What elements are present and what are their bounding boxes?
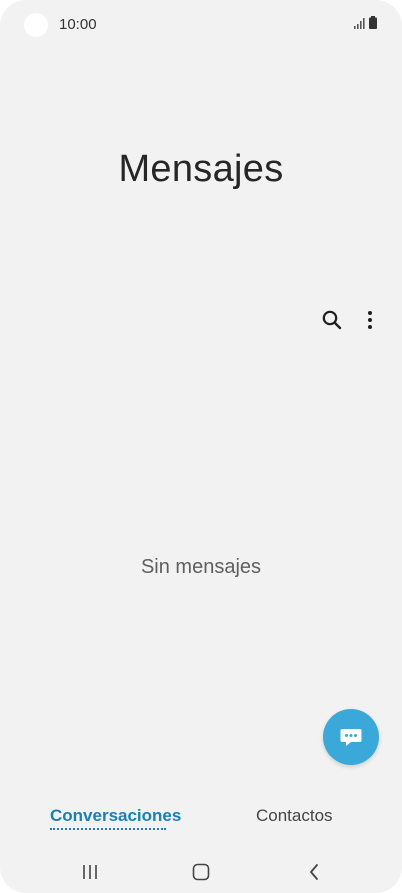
empty-state-message: Sin mensajes — [140, 556, 262, 578]
search-button[interactable] — [318, 306, 346, 334]
home-button[interactable] — [186, 860, 216, 884]
recents-button[interactable] — [75, 860, 105, 884]
recents-icon — [83, 865, 97, 879]
back-icon — [310, 864, 318, 880]
tab-contactos[interactable]: Contactos — [256, 806, 333, 826]
app-title: Mensajes — [118, 148, 284, 190]
new-message-icon — [340, 729, 362, 746]
tab-conversaciones[interactable]: Conversaciones — [50, 806, 181, 826]
more-vertical-icon — [368, 311, 372, 329]
new-message-button[interactable] — [323, 709, 379, 765]
status-time: 10:00 — [59, 16, 97, 33]
status-bar: 10:00 — [0, 0, 402, 48]
navigation-bar — [0, 850, 402, 893]
status-icons — [354, 16, 380, 30]
active-tab-indicator — [50, 828, 166, 830]
signal-icon — [354, 16, 377, 29]
app-screen: 10:00 Mensajes Sin mensajes Conversacion… — [0, 0, 402, 893]
search-icon — [322, 310, 342, 330]
camera-cutout — [24, 13, 48, 37]
more-options-button[interactable] — [356, 306, 384, 334]
battery-icon — [369, 16, 377, 29]
home-icon — [192, 863, 210, 881]
back-button[interactable] — [299, 860, 329, 884]
